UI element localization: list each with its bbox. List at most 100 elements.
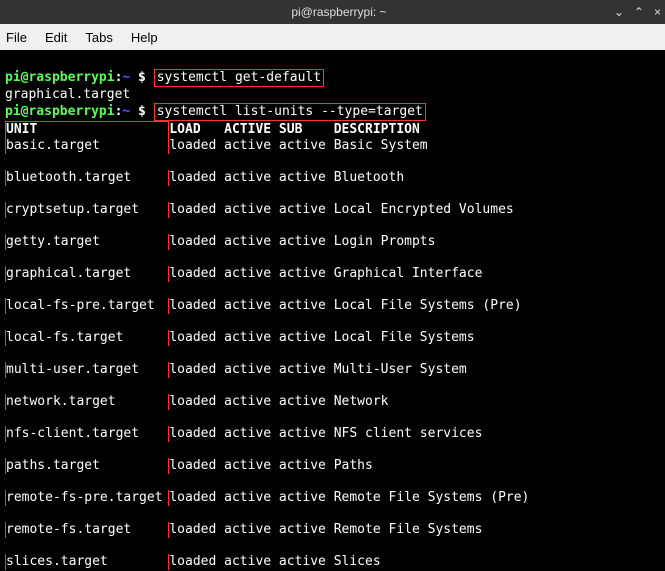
cell-sub: active — [279, 234, 334, 250]
cell-active: active — [224, 234, 279, 250]
cell-active: active — [224, 202, 279, 218]
prompt-userhost: pi@raspberrypi — [5, 70, 115, 85]
command-2: systemctl list-units --type=target — [154, 103, 426, 121]
cell-active: active — [224, 426, 279, 442]
cell-description: Remote File Systems — [334, 522, 483, 538]
table-row: nfs-client.targetloadedactiveactiveNFS c… — [5, 426, 660, 442]
window-title: pi@raspberrypi: ~ — [64, 5, 614, 19]
table-row: remote-fs-pre.targetloadedactiveactiveRe… — [5, 490, 660, 506]
table-row: local-fs-pre.targetloadedactiveactiveLoc… — [5, 298, 660, 314]
cell-unit: basic.target — [5, 138, 169, 154]
cell-unit: multi-user.target — [5, 362, 169, 378]
table-row: graphical.targetloadedactiveactiveGraphi… — [5, 266, 660, 282]
cell-description: Multi-User System — [334, 362, 467, 378]
cell-sub: active — [279, 458, 334, 474]
cell-description: Network — [334, 394, 389, 410]
header-sub: SUB — [279, 122, 334, 138]
cell-description: Graphical Interface — [334, 266, 483, 282]
cell-load: loaded — [169, 202, 224, 218]
cell-unit: nfs-client.target — [5, 426, 169, 442]
cell-unit: remote-fs.target — [5, 522, 169, 538]
titlebar[interactable]: pi@raspberrypi: ~ ⌄ ⌃ × — [0, 0, 665, 24]
table-row: slices.targetloadedactiveactiveSlices — [5, 554, 660, 570]
table-row: getty.targetloadedactiveactiveLogin Prom… — [5, 234, 660, 250]
cell-sub: active — [279, 266, 334, 282]
cell-load: loaded — [169, 458, 224, 474]
table-row: network.targetloadedactiveactiveNetwork — [5, 394, 660, 410]
header-unit: UNIT — [5, 121, 169, 138]
cell-active: active — [224, 170, 279, 186]
cell-load: loaded — [169, 330, 224, 346]
cell-unit: local-fs-pre.target — [5, 298, 169, 314]
cell-description: Local File Systems (Pre) — [334, 298, 522, 314]
table-row: remote-fs.targetloadedactiveactiveRemote… — [5, 522, 660, 538]
cell-active: active — [224, 522, 279, 538]
header-description: DESCRIPTION — [334, 122, 420, 138]
table-row: bluetooth.targetloadedactiveactiveBlueto… — [5, 170, 660, 186]
cell-sub: active — [279, 362, 334, 378]
table-row: local-fs.targetloadedactiveactiveLocal F… — [5, 330, 660, 346]
table-row: paths.targetloadedactiveactivePaths — [5, 458, 660, 474]
cell-unit: slices.target — [5, 554, 169, 570]
output-1: graphical.target — [5, 87, 130, 102]
cell-load: loaded — [169, 554, 224, 570]
cell-load: loaded — [169, 170, 224, 186]
cell-sub: active — [279, 394, 334, 410]
cell-description: Bluetooth — [334, 170, 404, 186]
cell-active: active — [224, 330, 279, 346]
cell-sub: active — [279, 426, 334, 442]
prompt-line-1: pi@raspberrypi:~ $ systemctl get-default — [5, 70, 324, 85]
cell-unit: remote-fs-pre.target — [5, 490, 169, 506]
cell-active: active — [224, 266, 279, 282]
terminal-window: pi@raspberrypi: ~ ⌄ ⌃ × File Edit Tabs H… — [0, 0, 665, 571]
cell-active: active — [224, 394, 279, 410]
cell-description: Local Encrypted Volumes — [334, 202, 514, 218]
menu-tabs[interactable]: Tabs — [85, 30, 112, 45]
command-1: systemctl get-default — [154, 69, 324, 87]
cell-sub: active — [279, 202, 334, 218]
table-header: UNITLOADACTIVESUBDESCRIPTION — [5, 122, 420, 137]
cell-unit: bluetooth.target — [5, 170, 169, 186]
cell-unit: getty.target — [5, 234, 169, 250]
cell-load: loaded — [169, 426, 224, 442]
cell-sub: active — [279, 170, 334, 186]
cell-sub: active — [279, 138, 334, 154]
cell-sub: active — [279, 522, 334, 538]
minimize-icon[interactable]: ⌄ — [614, 5, 624, 19]
cell-active: active — [224, 362, 279, 378]
header-load: LOAD — [169, 122, 224, 138]
close-icon[interactable]: × — [654, 5, 661, 19]
cell-description: Login Prompts — [334, 234, 436, 250]
cell-load: loaded — [169, 298, 224, 314]
cell-load: loaded — [169, 138, 224, 154]
cell-active: active — [224, 458, 279, 474]
menu-file[interactable]: File — [6, 30, 27, 45]
cell-active: active — [224, 490, 279, 506]
cell-description: Slices — [334, 554, 381, 570]
maximize-icon[interactable]: ⌃ — [634, 5, 644, 19]
cell-active: active — [224, 554, 279, 570]
cell-load: loaded — [169, 394, 224, 410]
terminal-viewport[interactable]: pi@raspberrypi:~ $ systemctl get-default… — [0, 50, 665, 571]
cell-unit: network.target — [5, 394, 169, 410]
cell-sub: active — [279, 330, 334, 346]
cell-description: Basic System — [334, 138, 428, 154]
cell-load: loaded — [169, 490, 224, 506]
prompt-line-2: pi@raspberrypi:~ $ systemctl list-units … — [5, 104, 426, 119]
table-row: cryptsetup.targetloadedactiveactiveLocal… — [5, 202, 660, 218]
cell-unit: cryptsetup.target — [5, 202, 169, 218]
cell-load: loaded — [169, 522, 224, 538]
cell-sub: active — [279, 490, 334, 506]
header-active: ACTIVE — [224, 122, 279, 138]
cell-active: active — [224, 298, 279, 314]
menu-edit[interactable]: Edit — [45, 30, 67, 45]
cell-load: loaded — [169, 362, 224, 378]
cell-load: loaded — [169, 266, 224, 282]
cell-description: Remote File Systems (Pre) — [334, 490, 530, 506]
menu-help[interactable]: Help — [131, 30, 158, 45]
cell-unit: paths.target — [5, 458, 169, 474]
cell-description: NFS client services — [334, 426, 483, 442]
table-row: basic.targetloadedactiveactiveBasic Syst… — [5, 138, 660, 154]
cell-description: Local File Systems — [334, 330, 475, 346]
cell-load: loaded — [169, 234, 224, 250]
